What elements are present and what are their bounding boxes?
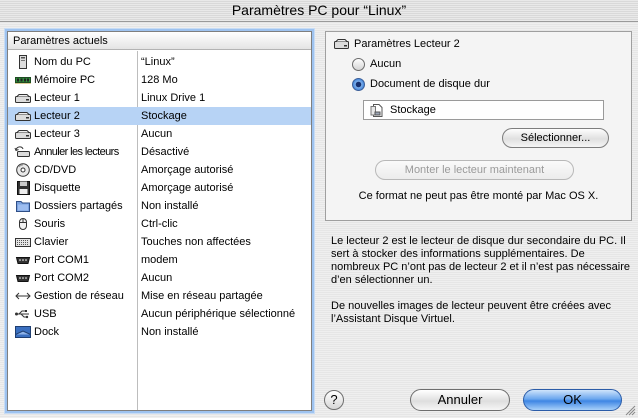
description-paragraph-1: Le lecteur 2 est le lecteur de disque du…	[331, 235, 630, 286]
setting-name: Dossiers partagés	[34, 200, 123, 212]
ok-button[interactable]: OK	[523, 389, 622, 411]
document-icon	[370, 104, 383, 117]
hard-drive-icon	[14, 109, 32, 123]
setting-name: Gestion de réseau	[34, 290, 124, 302]
setting-value: Stockage	[141, 110, 187, 122]
setting-value: “Linux”	[141, 56, 175, 68]
settings-row-10[interactable]: Souris Ctrl-clic	[8, 215, 311, 233]
setting-name: Nom du PC	[34, 56, 91, 68]
settings-list-header: Paramètres actuels	[8, 32, 311, 50]
disk-file-name: Stockage	[390, 104, 436, 116]
setting-value: Linux Drive 1	[141, 92, 206, 104]
memory-chip-icon	[14, 73, 32, 87]
setting-name: Mémoire PC	[34, 74, 96, 86]
setting-value: Mise en réseau partagée	[141, 290, 263, 302]
mount-drive-button[interactable]: Monter le lecteur maintenant	[375, 160, 574, 180]
dock-icon	[14, 325, 32, 339]
shared-folder-icon	[14, 199, 32, 213]
select-button[interactable]: Sélectionner...	[502, 128, 609, 148]
setting-value: Amorçage autorisé	[141, 164, 234, 176]
setting-value: Touches non affectées	[141, 236, 251, 248]
setting-value: Aucun	[141, 128, 173, 140]
settings-row-2[interactable]: Mémoire PC 128 Mo	[8, 71, 311, 89]
hard-drive-icon	[14, 91, 32, 105]
pc-tower-icon	[14, 55, 32, 69]
settings-row-5[interactable]: Lecteur 3 Aucun	[8, 125, 311, 143]
setting-value: Amorçage autorisé	[141, 182, 234, 194]
setting-name: Clavier	[34, 236, 69, 248]
settings-row-3[interactable]: Lecteur 1 Linux Drive 1	[8, 89, 311, 107]
setting-name: Dock	[34, 326, 60, 338]
setting-value: 128 Mo	[141, 74, 178, 86]
setting-name: CD/DVD	[34, 164, 77, 176]
setting-name: USB	[34, 308, 57, 320]
drive-settings-panel: Paramètres Lecteur 2 Aucun Document de d…	[325, 31, 632, 221]
setting-value: Ctrl-clic	[141, 218, 178, 230]
resize-grip-icon[interactable]	[625, 405, 636, 416]
serial-port-icon	[14, 253, 32, 267]
setting-name: Disquette	[34, 182, 81, 194]
description-paragraph-2: De nouvelles images de lecteur peuvent ê…	[331, 300, 612, 325]
setting-value: Désactivé	[141, 146, 190, 158]
setting-value: modem	[141, 254, 178, 266]
radio-hard-disk-label: Document de disque dur	[370, 78, 490, 90]
radio-hard-disk-document[interactable]: Document de disque dur	[352, 78, 512, 94]
settings-row-8[interactable]: Disquette Amorçage autorisé	[8, 179, 311, 197]
mouse-icon	[14, 217, 32, 231]
window-title: Paramètres PC pour “Linux”	[0, 0, 638, 22]
keyboard-icon	[14, 235, 32, 249]
radio-none[interactable]: Aucun	[352, 58, 512, 74]
setting-value: Non installé	[141, 326, 199, 338]
radio-hard-disk-circle[interactable]	[352, 78, 365, 91]
usb-icon	[14, 307, 32, 321]
settings-row-6[interactable]: Annuler les lecteurs Désactivé	[8, 143, 311, 161]
help-button[interactable]: ?	[324, 390, 344, 410]
cancel-button[interactable]: Annuler	[410, 389, 510, 411]
settings-row-11[interactable]: Clavier Touches non affectées	[8, 233, 311, 251]
settings-row-13[interactable]: Port COM2 Aucun	[8, 269, 311, 287]
network-icon	[14, 289, 32, 303]
settings-row-14[interactable]: Gestion de réseau Mise en réseau partagée	[8, 287, 311, 305]
setting-value: Aucun	[141, 272, 173, 284]
settings-row-16[interactable]: Dock Non installé	[8, 323, 311, 341]
mount-note: Ce format ne peut pas être monté par Mac…	[358, 190, 599, 202]
radio-none-label: Aucun	[370, 58, 402, 70]
disk-file-field: Stockage	[363, 100, 604, 120]
hard-drive-icon	[14, 127, 32, 141]
settings-row-12[interactable]: Port COM1 modem	[8, 251, 311, 269]
setting-name: Lecteur 1	[34, 92, 80, 104]
settings-rows: Nom du PC “Linux” Mémoire PC 128 Mo Lecteur …	[8, 53, 311, 341]
setting-value: Aucun périphérique sélectionné	[141, 308, 296, 320]
undo-drives-icon	[14, 145, 32, 159]
settings-row-9[interactable]: Dossiers partagés Non installé	[8, 197, 311, 215]
settings-row-1[interactable]: Nom du PC “Linux”	[8, 53, 311, 71]
settings-row-7[interactable]: CD/DVD Amorçage autorisé	[8, 161, 311, 179]
settings-row-15[interactable]: USB Aucun périphérique sélectionné	[8, 305, 311, 323]
setting-name: Port COM1	[34, 254, 90, 266]
radio-none-circle[interactable]	[352, 58, 365, 71]
floppy-disk-icon	[14, 181, 32, 195]
setting-name: Lecteur 3	[34, 128, 80, 140]
setting-value: Non installé	[141, 200, 199, 212]
hard-drive-icon	[334, 39, 349, 49]
drive-settings-title-text: Paramètres Lecteur 2	[354, 38, 460, 50]
cd-dvd-icon	[14, 163, 32, 177]
setting-name: Lecteur 2	[34, 110, 80, 122]
settings-list[interactable]: Paramètres actuels Nom du PC “Linux” Mémoi…	[7, 31, 312, 411]
settings-row-4[interactable]: Lecteur 2 Stockage	[8, 107, 311, 125]
setting-name: Souris	[34, 218, 66, 230]
setting-name: Port COM2	[34, 272, 90, 284]
setting-name: Annuler les lecteurs	[34, 146, 119, 158]
serial-port-icon	[14, 271, 32, 285]
